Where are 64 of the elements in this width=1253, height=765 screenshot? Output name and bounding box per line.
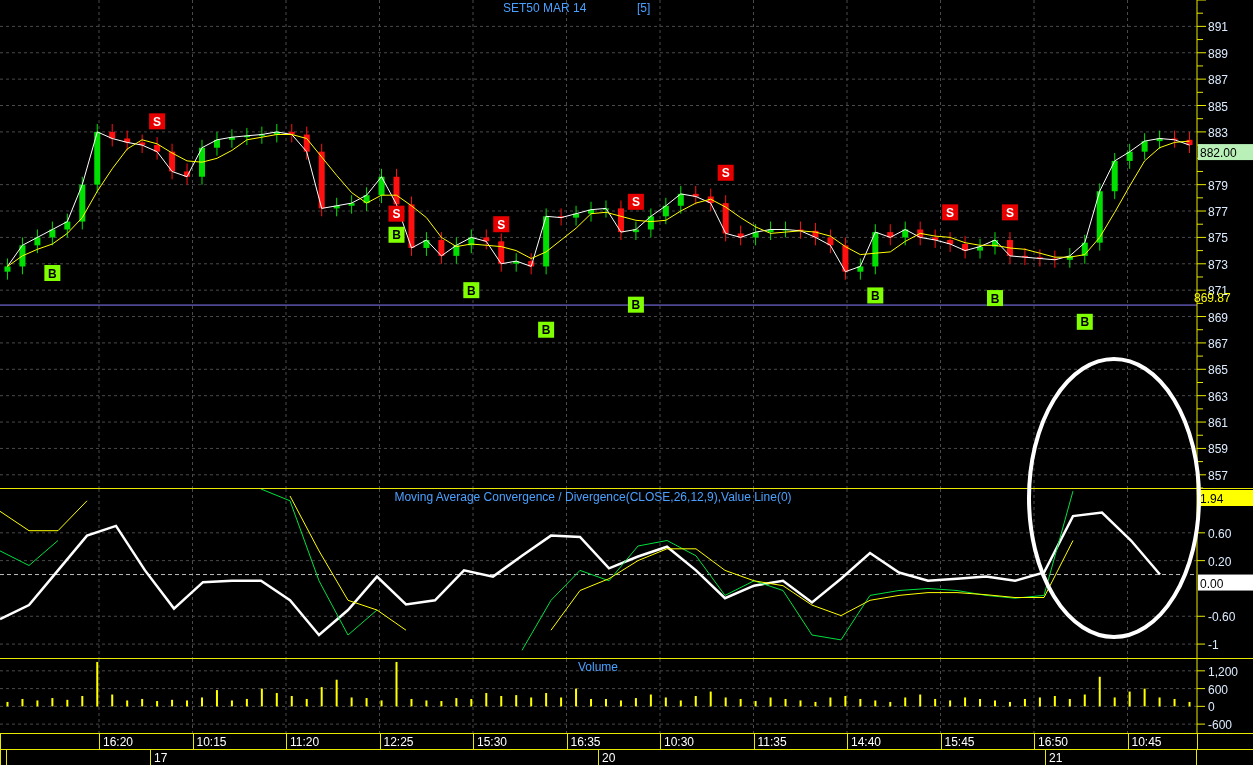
time-label: 16:50	[1038, 734, 1069, 749]
axis-label: 867	[1208, 336, 1229, 351]
signal-marker: B	[1076, 313, 1093, 330]
axis-label: 891	[1208, 20, 1229, 35]
time-label: 14:40	[851, 734, 882, 749]
signal-marker: B	[867, 287, 884, 304]
current-price-tag: 882.00	[1198, 144, 1253, 161]
signal-marker: S	[388, 205, 405, 222]
time-label: 10:30	[664, 734, 695, 749]
signal-marker: S	[627, 193, 644, 210]
ref-line-label: 0.00	[1200, 576, 1224, 591]
date-label: 17	[154, 751, 168, 765]
time-label: 12:25	[383, 734, 414, 749]
axis-label: 865	[1208, 363, 1229, 378]
signal-marker: S	[149, 113, 166, 130]
time-label: 16:20	[103, 734, 134, 749]
signal-marker: B	[463, 282, 480, 299]
series-label: S	[153, 114, 162, 129]
axis-label: 885	[1208, 99, 1229, 114]
chart-title: SET50 MAR 14	[503, 1, 587, 15]
signal-marker: B	[388, 226, 405, 243]
signal-marker: S	[493, 216, 510, 233]
axis-label: 875	[1208, 231, 1229, 246]
value-line-tag: 0.00	[1198, 574, 1253, 591]
signal-marker: B	[627, 296, 644, 313]
signal-marker: S	[942, 204, 959, 221]
axis-label: 883	[1208, 125, 1229, 140]
signal-marker: S	[1001, 204, 1018, 221]
axis-label: 1,200	[1208, 664, 1239, 679]
axis-label: 0.20	[1208, 554, 1232, 569]
axis-label: 600	[1208, 682, 1229, 697]
axis-label: 889	[1208, 46, 1229, 61]
axis-label: 857	[1208, 468, 1229, 483]
series-label: B	[48, 266, 58, 281]
time-label: 15:45	[944, 734, 975, 749]
indicator-label: Moving Average Convergence / Divergence(CLOSE,26,12,9),Value Line(0)	[394, 490, 792, 504]
time-label: 11:35	[757, 734, 787, 749]
axis-label: 861	[1208, 416, 1229, 431]
time-label: 16:35	[570, 734, 601, 749]
date-label: 21	[1049, 751, 1063, 765]
volume-label: Volume	[578, 660, 618, 674]
time-label: 10:15	[196, 734, 227, 749]
date-label: 20	[602, 751, 616, 765]
signal-marker: B	[538, 321, 555, 338]
axis-label: 859	[1208, 442, 1229, 457]
signal-marker: B	[987, 290, 1003, 307]
axis-label: 869	[1208, 310, 1229, 325]
axis-label: 879	[1208, 178, 1229, 193]
axis-label: 0.60	[1208, 526, 1232, 541]
time-label: 11:20	[290, 734, 320, 749]
time-label: 10:45	[1131, 734, 1162, 749]
axis-label: 887	[1208, 73, 1229, 88]
signal-marker: B	[44, 265, 61, 281]
axis-label: 0	[1208, 700, 1215, 715]
signal-marker: S	[717, 164, 734, 181]
axis-label: -1	[1208, 638, 1219, 653]
axis-label: 877	[1208, 205, 1229, 220]
time-label: 15:30	[477, 734, 508, 749]
axis-label: -600	[1208, 718, 1233, 733]
axis-label: 873	[1208, 257, 1229, 272]
signal-value-tag: 1.94	[1198, 490, 1253, 506]
axis-label: 863	[1208, 389, 1229, 404]
interval-label: [5]	[637, 1, 651, 15]
axis-label: -0.60	[1208, 610, 1236, 625]
